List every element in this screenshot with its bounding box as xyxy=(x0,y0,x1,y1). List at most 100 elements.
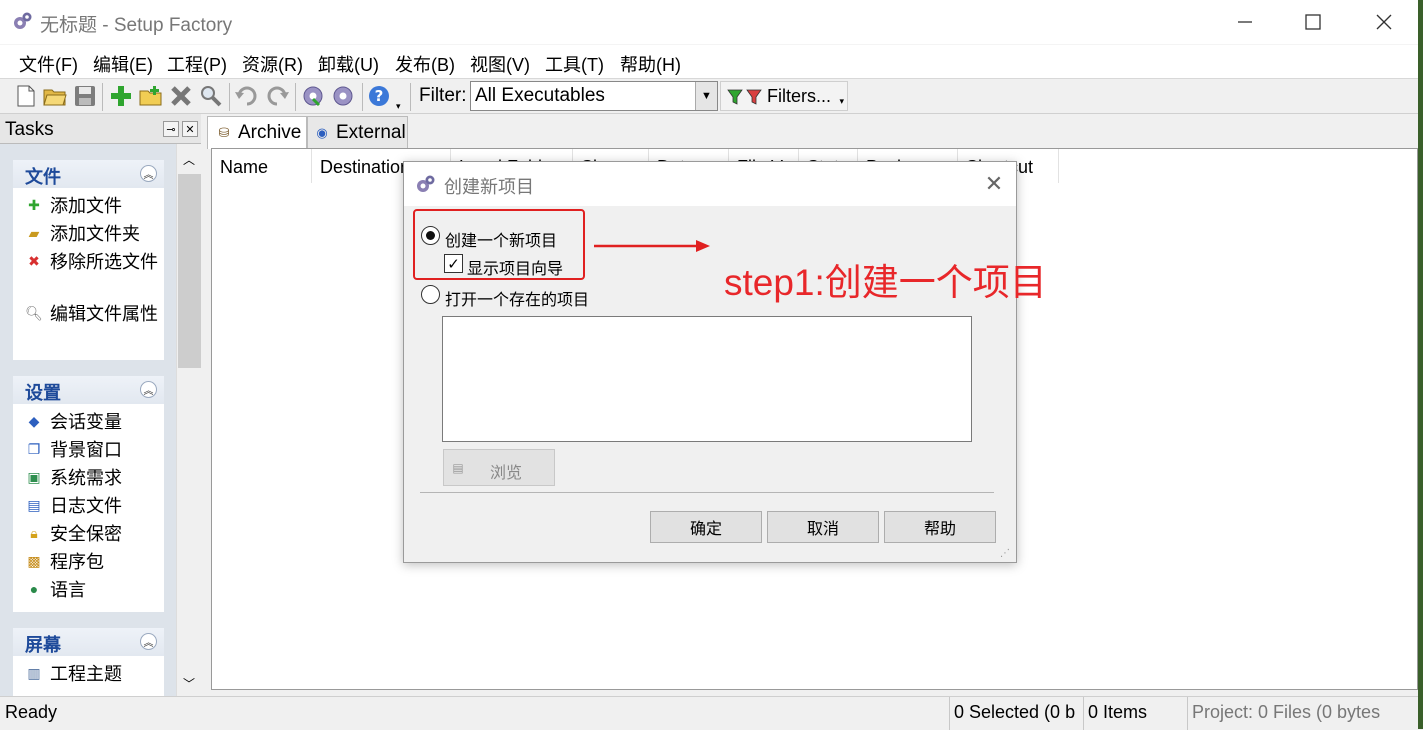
help-button[interactable]: 帮助 xyxy=(884,511,996,543)
task-background-window[interactable]: ❐ 背景窗口 xyxy=(25,438,160,462)
task-log-file[interactable]: ▤ 日志文件 xyxy=(25,494,160,518)
collapse-icon[interactable]: ︽ xyxy=(140,381,157,398)
toolbar: ? ▾ Filter: All Executables ▼ Filters...… xyxy=(0,78,1418,114)
minimize-button[interactable] xyxy=(1231,8,1259,36)
annotation-arrow-icon xyxy=(594,240,710,252)
filters-button[interactable]: Filters... ▾ xyxy=(720,81,848,111)
redo-icon[interactable] xyxy=(264,83,290,109)
radio-open-existing-label[interactable]: 打开一个存在的项目 xyxy=(445,286,589,310)
filter-select[interactable]: All Executables ▼ xyxy=(470,81,718,111)
task-group-title: 文件 xyxy=(25,167,61,187)
task-group-header[interactable]: 文件 ︽ xyxy=(13,160,164,188)
task-add-folder[interactable]: ▰ 添加文件夹 xyxy=(25,222,160,246)
collapse-icon[interactable]: ︽ xyxy=(140,633,157,650)
task-session-variables[interactable]: ◆ 会话变量 xyxy=(25,410,160,434)
task-remove-files[interactable]: ✖ 移除所选文件 xyxy=(25,250,160,274)
task-edit-properties[interactable]: 🔍︎ 编辑文件属性 xyxy=(25,302,160,326)
folder-add-icon: ▰ xyxy=(28,225,40,241)
annotation-text: step1:创建一个项目 xyxy=(724,262,1047,303)
scroll-down-icon[interactable]: ﹀ xyxy=(177,672,201,694)
save-icon[interactable] xyxy=(72,83,98,109)
panel-close-icon[interactable]: ✕ xyxy=(182,121,198,137)
settings-icon[interactable] xyxy=(330,83,356,109)
filter-value: All Executables xyxy=(475,85,605,106)
remove-icon: ✖ xyxy=(28,253,40,269)
menu-project[interactable]: 工程(P) xyxy=(167,51,227,77)
resize-grip-icon[interactable]: ⋰ xyxy=(1000,548,1012,560)
status-selected: 0 Selected (0 b xyxy=(949,697,1082,730)
add-folder-icon[interactable] xyxy=(138,83,164,109)
close-button[interactable] xyxy=(1370,8,1398,36)
remove-icon[interactable] xyxy=(168,83,194,109)
tab-bar: ⛁ Archive ◉ External xyxy=(205,114,1418,149)
add-files-icon[interactable] xyxy=(108,83,134,109)
task-group-screens: 屏幕 ︽ ▥ 工程主题 xyxy=(13,628,164,696)
cancel-button[interactable]: 取消 xyxy=(767,511,879,543)
status-project: Project: 0 Files (0 bytes xyxy=(1187,697,1418,730)
radio-open-existing[interactable] xyxy=(421,285,440,304)
task-add-files[interactable]: ✚ 添加文件 xyxy=(25,194,160,218)
tasks-title: Tasks xyxy=(5,119,54,140)
task-group-title: 设置 xyxy=(25,383,61,403)
recent-projects-list[interactable] xyxy=(442,316,972,442)
chevron-down-icon[interactable]: ▼ xyxy=(695,82,717,110)
column-name[interactable]: Name xyxy=(212,149,312,183)
help-dropdown-icon[interactable]: ▾ xyxy=(396,101,401,112)
app-gear-icon xyxy=(417,175,435,192)
scroll-thumb[interactable] xyxy=(178,174,201,368)
close-icon xyxy=(1376,14,1392,30)
task-group-settings: 设置 ︽ ◆ 会话变量 ❐ 背景窗口 ▣ 系统需求 ▤ 日志文件 🔒︎ 安全保密… xyxy=(13,376,164,612)
variables-icon: ◆ xyxy=(28,413,40,429)
tasks-scrollbar[interactable]: ︿ ﹀ xyxy=(176,144,201,696)
desktop-edge xyxy=(1418,0,1423,729)
menu-resources[interactable]: 资源(R) xyxy=(242,51,303,77)
open-project-icon[interactable] xyxy=(42,83,68,109)
menu-view[interactable]: 视图(V) xyxy=(470,51,530,77)
svg-text:?: ? xyxy=(375,87,384,105)
minimize-icon xyxy=(1238,21,1252,23)
maximize-button[interactable] xyxy=(1299,8,1327,36)
task-language[interactable]: ● 语言 xyxy=(25,578,160,602)
task-security[interactable]: 🔒︎ 安全保密 xyxy=(25,522,160,546)
tab-external[interactable]: ◉ External xyxy=(307,116,408,148)
status-items: 0 Items xyxy=(1083,697,1183,730)
menu-file[interactable]: 文件(F) xyxy=(19,51,78,77)
search-icon[interactable] xyxy=(198,83,224,109)
new-project-icon[interactable] xyxy=(13,83,39,109)
help-icon[interactable]: ? xyxy=(366,83,392,109)
menu-edit[interactable]: 编辑(E) xyxy=(93,51,153,77)
lock-icon: 🔒︎ xyxy=(30,525,38,541)
close-icon[interactable]: ✕ xyxy=(982,171,1006,196)
task-system-requirements[interactable]: ▣ 系统需求 xyxy=(25,466,160,490)
menu-help[interactable]: 帮助(H) xyxy=(620,51,681,77)
ok-button[interactable]: 确定 xyxy=(650,511,762,543)
menu-tools[interactable]: 工具(T) xyxy=(545,51,604,77)
requirements-icon: ▣ xyxy=(27,469,41,485)
dialog-divider xyxy=(420,492,994,493)
undo-icon[interactable] xyxy=(234,83,260,109)
annotation-highlight-box xyxy=(413,209,585,280)
collapse-icon[interactable]: ︽ xyxy=(140,165,157,182)
window-title: 无标题 - Setup Factory xyxy=(40,15,233,36)
task-group-header[interactable]: 屏幕 ︽ xyxy=(13,628,164,656)
task-packages[interactable]: ▩ 程序包 xyxy=(25,550,160,574)
window-icon: ❐ xyxy=(27,441,41,457)
tasks-pane: 文件 ︽ ✚ 添加文件 ▰ 添加文件夹 ✖ 移除所选文件 🔍︎ 编辑文件属性 设… xyxy=(0,144,176,696)
task-group-title: 屏幕 xyxy=(25,635,61,655)
filter-label: Filter: xyxy=(419,85,467,106)
scroll-up-icon[interactable]: ︿ xyxy=(177,148,201,170)
menu-uninstall[interactable]: 卸载(U) xyxy=(318,51,379,77)
build-icon[interactable] xyxy=(300,83,326,109)
task-project-theme[interactable]: ▥ 工程主题 xyxy=(25,662,160,686)
task-group-header[interactable]: 设置 ︽ xyxy=(13,376,164,404)
dialog-title-bar: 创建新项目 ✕ xyxy=(404,162,1016,206)
menu-bar: 文件(F) 编辑(E) 工程(P) 资源(R) 卸载(U) 发布(B) 视图(V… xyxy=(0,44,1418,78)
app-gear-icon xyxy=(14,12,32,29)
pin-icon[interactable]: ⊸ xyxy=(163,121,179,137)
browse-button[interactable]: ▤ 浏览 xyxy=(443,449,555,486)
menu-publish[interactable]: 发布(B) xyxy=(395,51,455,77)
tab-archive[interactable]: ⛁ Archive xyxy=(207,116,307,149)
add-icon: ✚ xyxy=(28,197,40,213)
globe-icon: ● xyxy=(29,581,39,597)
status-bar: Ready 0 Selected (0 b 0 Items Project: 0… xyxy=(0,696,1418,730)
